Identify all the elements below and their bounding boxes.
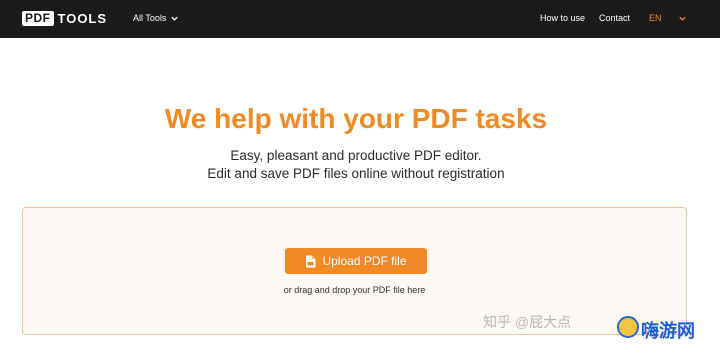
pdf-tools-logo[interactable]: PDF TOOLS	[22, 11, 107, 26]
top-navigation-bar: PDF TOOLS All Tools How to use Contact E…	[0, 0, 720, 38]
all-tools-label: All Tools	[133, 13, 167, 23]
upload-pdf-button-label: Upload PDF file	[322, 254, 407, 268]
upload-pdf-button[interactable]: Upload PDF file	[285, 248, 427, 274]
language-selector[interactable]: EN	[649, 13, 687, 23]
file-icon	[306, 255, 316, 267]
drag-drop-hint: or drag and drop your PDF file here	[283, 285, 426, 295]
nav-contact[interactable]: Contact	[599, 13, 630, 23]
watermark-text: 知乎 @屁大点	[483, 314, 572, 330]
watermark-brand: 嗨游网	[641, 321, 695, 341]
all-tools-dropdown[interactable]: All Tools	[133, 13, 179, 23]
logo-box: PDF	[22, 11, 54, 26]
hero-title: We help with your PDF tasks	[164, 103, 548, 134]
logo-word: TOOLS	[57, 11, 108, 26]
language-label: EN	[649, 13, 662, 23]
chevron-down-icon	[171, 16, 179, 21]
watermark-logo-icon	[617, 316, 639, 338]
hero-subtitle-line-2: Edit and save PDF files online without r…	[207, 166, 505, 181]
chevron-down-icon	[678, 16, 686, 21]
nav-how-to-use[interactable]: How to use	[540, 13, 585, 23]
file-drop-zone[interactable]: Upload PDF file or drag and drop your PD…	[22, 207, 687, 335]
hero-subtitle-line-1: Easy, pleasant and productive PDF editor…	[230, 148, 482, 163]
